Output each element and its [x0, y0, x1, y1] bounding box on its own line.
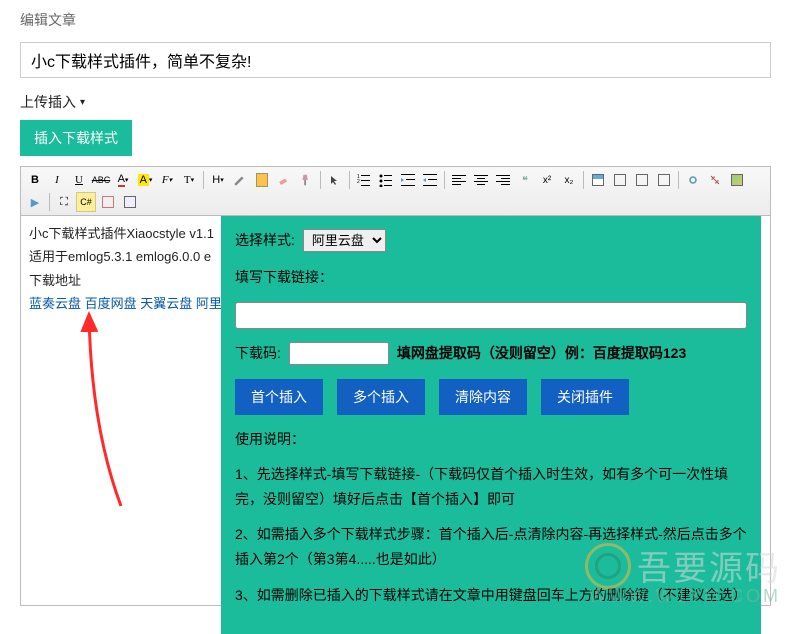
- code1-button[interactable]: C#: [76, 192, 96, 212]
- italic-button[interactable]: I: [47, 170, 67, 190]
- download-code-label: 下载码:: [235, 341, 281, 366]
- select-style-label: 选择样式:: [235, 228, 295, 253]
- page-title: 编辑文章: [20, 10, 771, 30]
- instruction-item: 1、先选择样式-填写下载链接-（下载码仅首个插入时生效，如有多个可一次性填完，没…: [235, 462, 747, 512]
- source-button[interactable]: [230, 170, 250, 190]
- fontcolor-button[interactable]: A▾: [113, 170, 133, 190]
- toolbar-separator: [320, 171, 321, 189]
- indent-button[interactable]: [398, 170, 418, 190]
- upload-label-text: 上传插入: [20, 92, 76, 112]
- code2-button[interactable]: [98, 192, 118, 212]
- multi-insert-button[interactable]: 多个插入: [337, 379, 425, 415]
- toolbar-separator: [678, 171, 679, 189]
- close-plugin-button[interactable]: 关闭插件: [541, 379, 629, 415]
- style-select[interactable]: 阿里云盘: [303, 229, 386, 252]
- table2-button[interactable]: [610, 170, 630, 190]
- unordered-list-button[interactable]: [376, 170, 396, 190]
- download-style-plugin-panel: 选择样式: 阿里云盘 填写下载链接： 下载码: 填网盘提取码（没则留空）例：百度…: [221, 216, 761, 634]
- quote-button[interactable]: ❝: [515, 170, 535, 190]
- editor-content-area[interactable]: 小c下载样式插件Xiaocstyle v1.1 适用于emlog5.3.1 em…: [20, 216, 771, 606]
- download-link-input[interactable]: [235, 302, 747, 329]
- superscript-button[interactable]: x²: [537, 170, 557, 190]
- fontfamily-button[interactable]: F▾: [157, 170, 177, 190]
- cursor-button[interactable]: [325, 170, 345, 190]
- toolbar-separator: [349, 171, 350, 189]
- toolbar-separator: [444, 171, 445, 189]
- align-left-button[interactable]: [449, 170, 469, 190]
- image-button[interactable]: [727, 170, 747, 190]
- heading-button[interactable]: H▾: [208, 170, 228, 190]
- align-right-button[interactable]: [493, 170, 513, 190]
- svg-text:2: 2: [357, 179, 360, 185]
- instructions-block: 使用说明： 1、先选择样式-填写下载链接-（下载码仅首个插入时生效，如有多个可一…: [235, 427, 747, 608]
- toolbar-separator: [203, 171, 204, 189]
- download-code-input[interactable]: [289, 342, 389, 365]
- download-link-label: 填写下载链接：: [235, 265, 333, 290]
- bgcolor-button[interactable]: A▾: [135, 170, 155, 190]
- format-brush-button[interactable]: [296, 170, 316, 190]
- paste-button[interactable]: [252, 170, 272, 190]
- subscript-button[interactable]: x₂: [559, 170, 579, 190]
- annotation-arrow-icon: [41, 306, 161, 526]
- table4-button[interactable]: [654, 170, 674, 190]
- ordered-list-button[interactable]: 12: [354, 170, 374, 190]
- bold-button[interactable]: B: [25, 170, 45, 190]
- caret-down-icon: ▾: [80, 97, 85, 108]
- article-title-input[interactable]: [20, 42, 771, 78]
- instructions-title: 使用说明：: [235, 427, 747, 452]
- fontsize-button[interactable]: T▾: [179, 170, 199, 190]
- instruction-item: 2、如需插入多个下载样式步骤：首个插入后-点清除内容-再选择样式-然后点击多个插…: [235, 522, 747, 572]
- table-button[interactable]: [588, 170, 608, 190]
- instruction-item: 3、如需删除已插入的下载样式请在文章中用键盘回车上方的删除键（不建议全选）: [235, 583, 747, 608]
- code-hint-text: 填网盘提取码（没则留空）例：百度提取码123: [397, 341, 686, 366]
- unlink-button[interactable]: [705, 170, 725, 190]
- toolbar-separator: [49, 193, 50, 211]
- strike-button[interactable]: ABC: [91, 170, 111, 190]
- upload-insert-dropdown[interactable]: 上传插入 ▾: [20, 92, 85, 112]
- table3-button[interactable]: [632, 170, 652, 190]
- toolbar-separator: [583, 171, 584, 189]
- align-center-button[interactable]: [471, 170, 491, 190]
- clear-content-button[interactable]: 清除内容: [439, 379, 527, 415]
- code3-button[interactable]: [120, 192, 140, 212]
- insert-download-style-button[interactable]: 插入下载样式: [20, 120, 132, 156]
- outdent-button[interactable]: [420, 170, 440, 190]
- underline-button[interactable]: U: [69, 170, 89, 190]
- media-button[interactable]: ▶: [25, 192, 45, 212]
- fullscreen-button[interactable]: ⛶: [54, 192, 74, 212]
- eraser-button[interactable]: [274, 170, 294, 190]
- editor-toolbar: B I U ABC A▾ A▾ F▾ T▾ H▾ 12 ❝ x² x₂: [20, 166, 771, 216]
- link-button[interactable]: [683, 170, 703, 190]
- first-insert-button[interactable]: 首个插入: [235, 379, 323, 415]
